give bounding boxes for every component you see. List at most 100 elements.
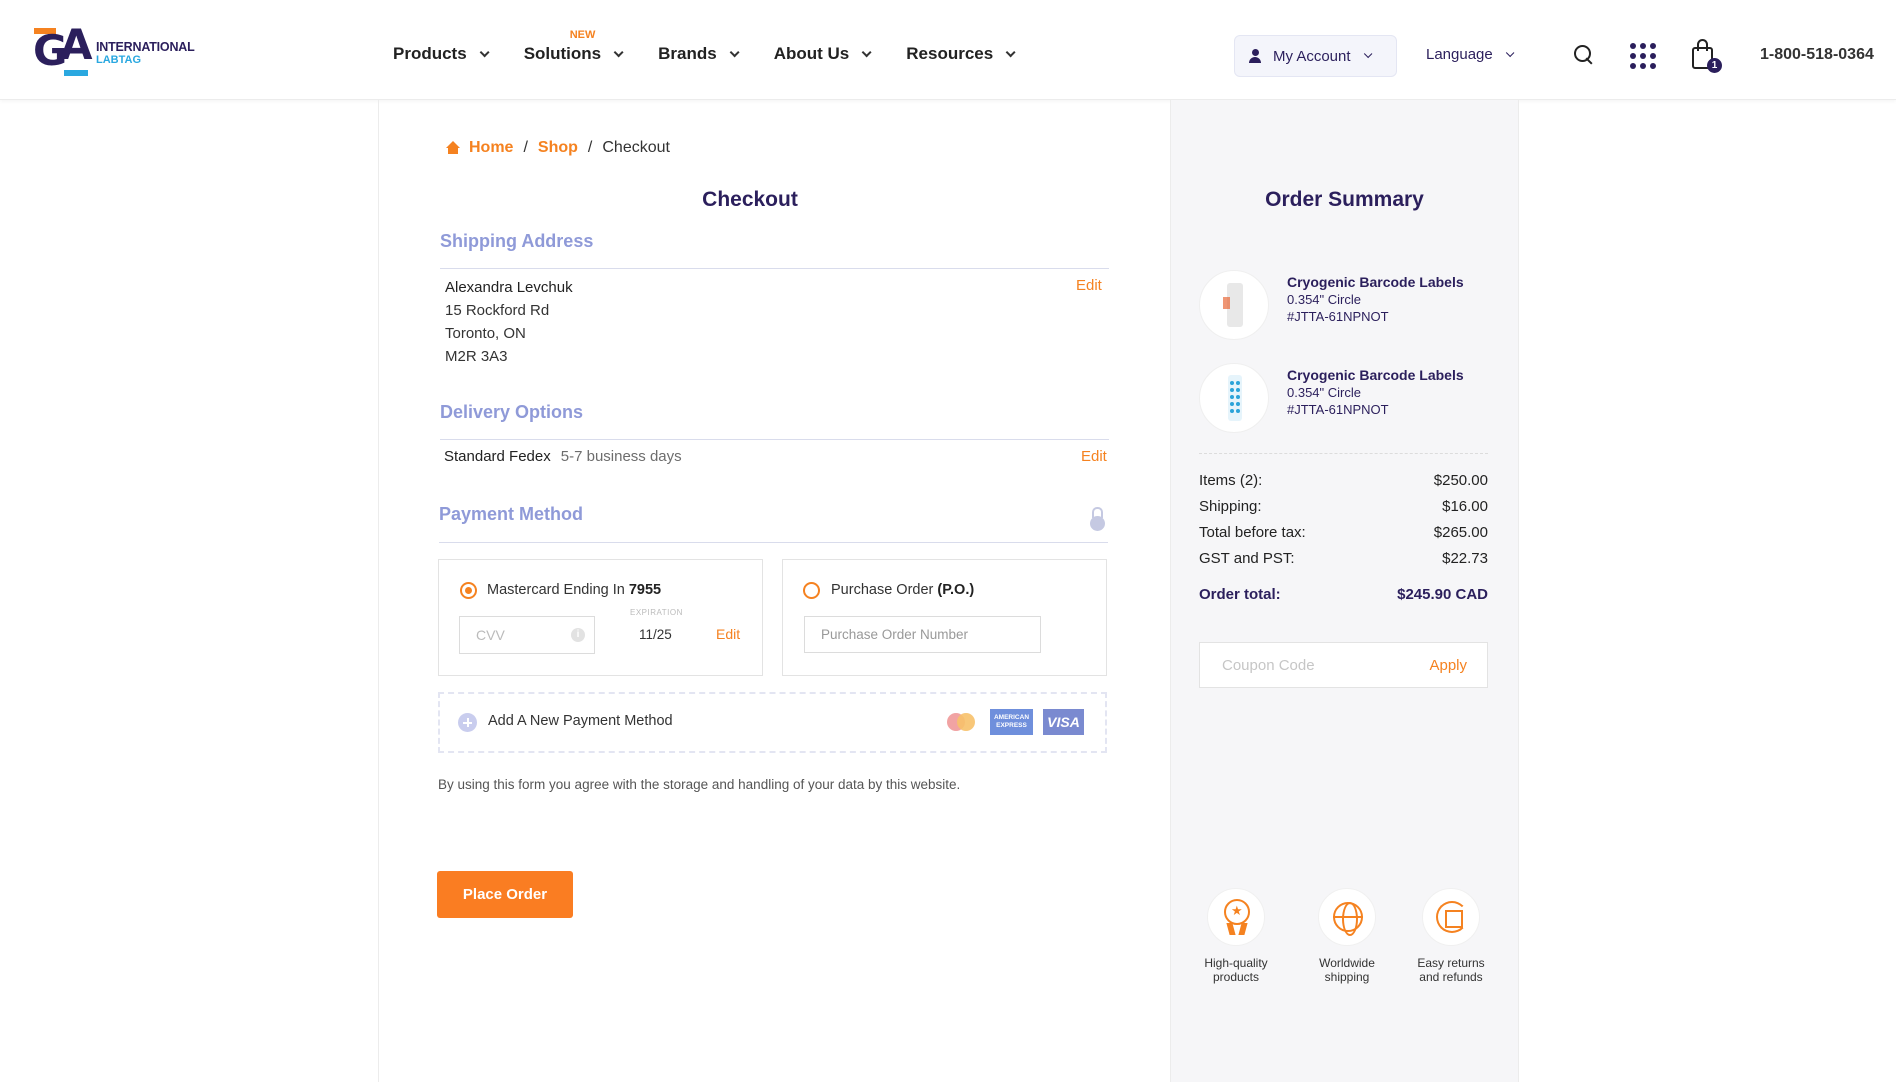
section-divider (440, 268, 1109, 269)
feature-line-2: and refunds (1419, 970, 1483, 984)
apps-grid-icon[interactable] (1630, 43, 1656, 69)
card-last4: 7955 (628, 582, 662, 598)
language-label: Language (1426, 46, 1493, 63)
lock-icon (1090, 507, 1105, 532)
total-row-items: Items (2): $250.00 (1199, 472, 1488, 489)
saved-card-radio[interactable] (460, 582, 477, 599)
nav-solutions-label: Solutions (523, 44, 602, 63)
feature-label: Worldwide shipping (1297, 956, 1397, 984)
visa-icon: VISA (1043, 709, 1084, 735)
chevron-down-icon (1005, 46, 1016, 57)
breadcrumb-separator: / (523, 139, 528, 156)
cvv-placeholder: CVV (476, 627, 505, 643)
my-account-button[interactable]: My Account (1234, 35, 1397, 77)
chevron-down-icon (1505, 48, 1515, 57)
chevron-down-icon (479, 46, 490, 57)
chevron-down-icon (729, 46, 740, 57)
language-selector[interactable]: Language (1426, 46, 1515, 63)
coupon-input[interactable]: Coupon Code (1222, 657, 1315, 674)
product-name: Cryogenic Barcode Labels (1287, 274, 1464, 290)
award-medal-icon (1207, 888, 1265, 946)
nav-about-us-label: About Us (773, 44, 850, 63)
phone-number[interactable]: 1-800-518-0364 (1760, 46, 1874, 64)
product-thumbnail (1199, 363, 1269, 433)
logo-mark: GA (33, 20, 93, 76)
cart-count-badge: 1 (1707, 58, 1722, 73)
coupon-field[interactable]: Coupon Code Apply (1199, 642, 1488, 688)
return-box-icon (1422, 888, 1480, 946)
breadcrumb-home[interactable]: Home (469, 139, 513, 157)
home-icon[interactable] (445, 141, 461, 155)
product-size: 0.354" Circle (1287, 292, 1361, 307)
shipping-address: Alexandra Levchuk 15 Rockford Rd Toronto… (445, 276, 573, 368)
nav-products[interactable]: Products (393, 44, 490, 64)
amex-icon: AMERICAN EXPRESS (990, 709, 1033, 735)
edit-shipping-link[interactable]: Edit (1076, 277, 1102, 294)
consent-text: By using this form you agree with the st… (438, 777, 961, 792)
add-payment-method-button[interactable]: Add A New Payment Method AMERICAN EXPRES… (438, 692, 1107, 753)
feature-line-1: Worldwide (1319, 956, 1375, 970)
address-name: Alexandra Levchuk (445, 279, 573, 296)
cart-bag-icon[interactable]: 1 (1692, 38, 1722, 73)
globe-icon (1318, 888, 1376, 946)
card-label-text: Mastercard Ending In (487, 582, 625, 598)
product-size: 0.354" Circle (1287, 385, 1361, 400)
total-value: $265.00 (1433, 524, 1488, 541)
order-total-value: $245.90 CAD (1397, 586, 1488, 603)
new-badge: NEW (569, 29, 596, 41)
add-payment-method-label: Add A New Payment Method (488, 713, 673, 729)
summary-divider (1199, 453, 1488, 454)
nav-resources[interactable]: Resources (906, 44, 1016, 64)
feature-line-2: shipping (1324, 970, 1370, 984)
feature-line-2: products (1212, 970, 1260, 984)
breadcrumb-separator: / (587, 139, 593, 156)
info-icon[interactable]: i (571, 628, 585, 642)
cvv-input[interactable]: CVV i (459, 616, 595, 654)
product-sku: #JTTA-61NPNOT (1287, 402, 1389, 417)
place-order-button[interactable]: Place Order (437, 871, 573, 918)
breadcrumb-current: Checkout (602, 139, 670, 156)
purchase-order-label: Purchase Order (P.O.) (831, 582, 974, 598)
order-total-row: Order total: $245.90 CAD (1199, 586, 1488, 603)
nav-products-label: Products (393, 44, 467, 63)
nav-solutions[interactable]: NEW Solutions (523, 29, 624, 64)
delivery-options-title: Delivery Options (440, 402, 584, 422)
nav-about-us[interactable]: About Us (773, 44, 872, 64)
total-label: Items (2): (1199, 472, 1263, 489)
mastercard-icon (945, 710, 979, 736)
total-label: GST and PST: (1199, 550, 1295, 567)
nav-brands[interactable]: Brands (658, 44, 740, 64)
expiration-label: EXPIRATION (630, 608, 683, 617)
chevron-down-icon (613, 46, 624, 57)
delivery-method: Standard Fedex (444, 448, 551, 465)
coupon-apply-button[interactable]: Apply (1429, 657, 1467, 674)
total-row-before-tax: Total before tax: $265.00 (1199, 524, 1488, 541)
brand-logo[interactable]: GA INTERNATIONAL LABTAG (33, 20, 195, 77)
feature-line-1: High-quality (1204, 956, 1268, 970)
breadcrumb-shop[interactable]: Shop (538, 139, 578, 157)
total-value: $16.00 (1442, 498, 1488, 515)
search-icon[interactable] (1574, 45, 1594, 65)
product-thumbnail (1199, 270, 1269, 340)
edit-delivery-link[interactable]: Edit (1081, 448, 1107, 465)
breadcrumb: Home / Shop / Checkout (445, 139, 670, 157)
purchase-order-number-input[interactable]: Purchase Order Number (804, 616, 1041, 653)
total-value: $22.73 (1442, 550, 1488, 567)
site-header: GA INTERNATIONAL LABTAG Products NEW Sol… (0, 0, 1896, 100)
edit-card-link[interactable]: Edit (716, 626, 740, 642)
address-street: 15 Rockford Rd (445, 302, 550, 319)
section-divider (440, 439, 1109, 440)
purchase-order-radio[interactable] (803, 582, 820, 599)
logo-wordmark: INTERNATIONAL LABTAG (96, 41, 195, 67)
delivery-time: 5-7 business days (560, 448, 682, 465)
product-name: Cryogenic Barcode Labels (1287, 367, 1464, 383)
order-summary-title: Order Summary (1265, 188, 1424, 211)
feature-high-quality: High-quality products (1186, 888, 1286, 984)
total-label: Total before tax: (1199, 524, 1306, 541)
address-city: Toronto, ON (445, 325, 526, 342)
chevron-down-icon (861, 46, 872, 57)
shipping-address-title: Shipping Address (440, 231, 594, 251)
my-account-label: My Account (1273, 47, 1351, 65)
nav-resources-label: Resources (906, 44, 994, 63)
feature-line-1: Easy returns (1417, 956, 1485, 970)
